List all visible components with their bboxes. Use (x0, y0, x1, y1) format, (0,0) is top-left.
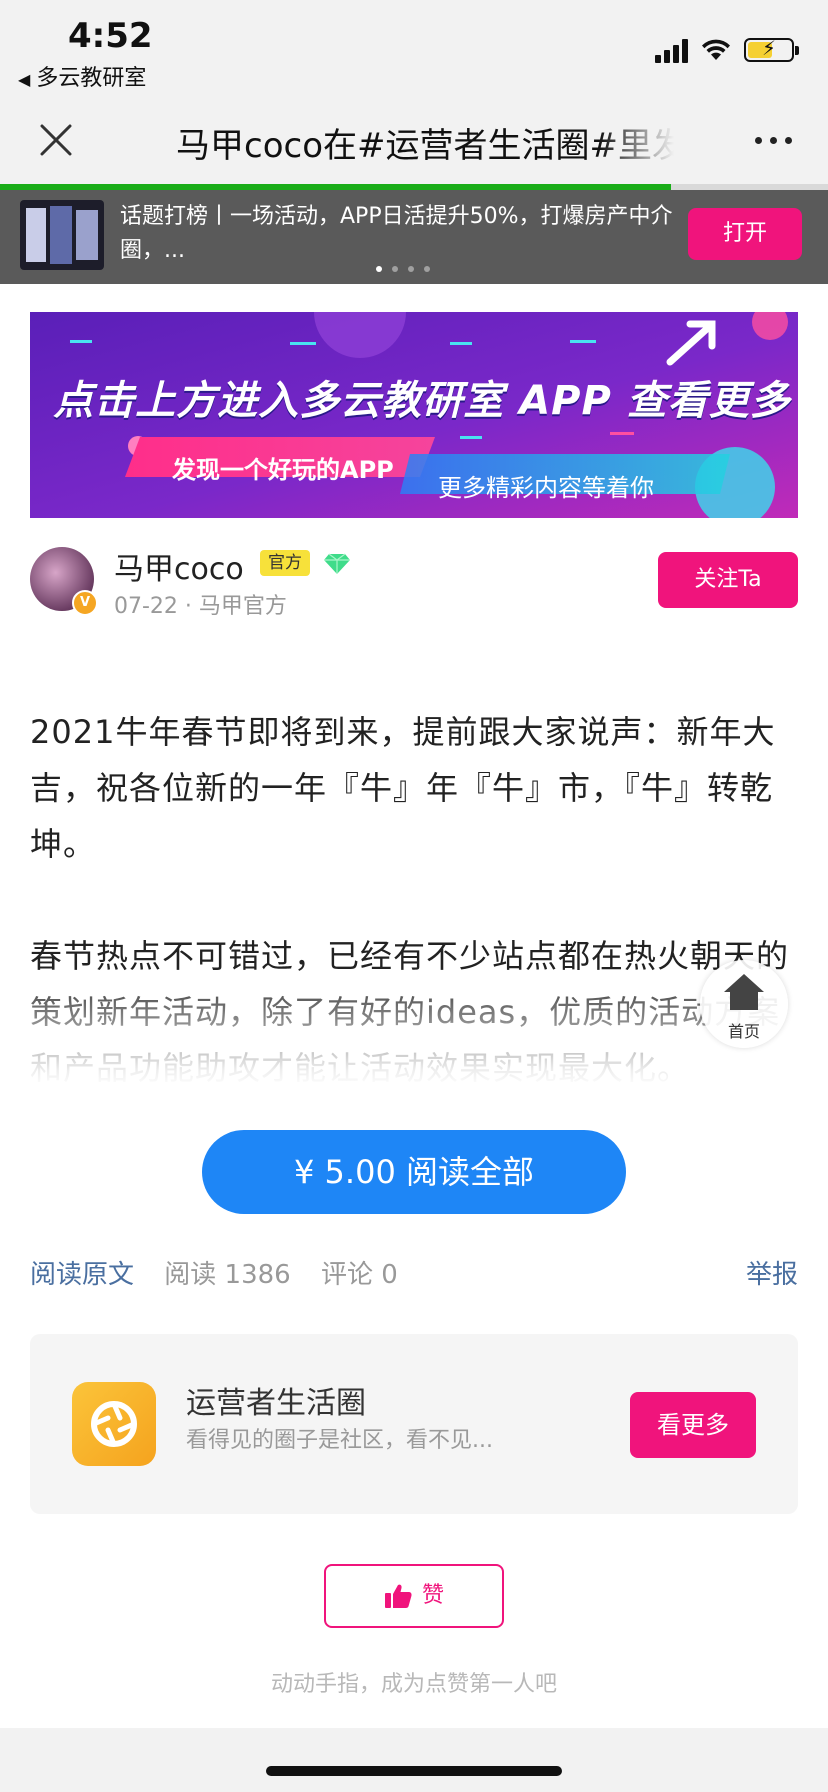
open-app-button[interactable]: 打开 (688, 208, 802, 260)
bottom-safe-area (0, 1728, 828, 1792)
read-count: 阅读 1386 (164, 1260, 291, 1290)
back-to-app-link[interactable]: ◀ 多云教研室 (18, 60, 146, 92)
close-icon[interactable] (36, 120, 76, 160)
read-original-link[interactable]: 阅读原文 (30, 1260, 134, 1290)
circle-logo-icon (72, 1382, 156, 1466)
battery-icon: ⚡ (744, 36, 799, 62)
circle-name: 运营者生活圈 (186, 1386, 366, 1421)
pagination-dot[interactable] (376, 266, 382, 272)
banner-pill-right: 更多精彩内容等着你 (438, 474, 654, 502)
author-name[interactable]: 马甲coco (114, 544, 244, 588)
status-time: 4:52 (68, 16, 153, 56)
comment-count: 评论 0 (320, 1260, 398, 1290)
like-button[interactable]: 赞 (324, 1564, 504, 1628)
article-paragraph: 2021牛年春节即将到来，提前跟大家说声：新年大吉，祝各位新的一年『牛』年『牛』… (30, 713, 776, 863)
diamond-icon (324, 553, 350, 574)
wifi-icon (702, 39, 730, 60)
pagination-dot[interactable] (408, 266, 414, 272)
thumbs-up-icon (384, 1584, 412, 1608)
more-options-icon[interactable] (755, 122, 792, 158)
home-label: 首页 (727, 1022, 760, 1041)
promo-banner[interactable]: 点击上方进入多云教研室 APP 查看更多 发现一个好玩的APP 更多精彩内容等着… (30, 312, 798, 518)
pagination-dot[interactable] (392, 266, 398, 272)
pagination-dot[interactable] (424, 266, 430, 272)
cellular-signal-icon (655, 37, 688, 63)
like-label: 赞 (421, 1583, 444, 1608)
page-title: 马甲coco在#运营者生活圈#里发 (176, 126, 674, 166)
report-link[interactable]: 举报 (746, 1254, 798, 1291)
back-app-name: 多云教研室 (36, 66, 147, 91)
circle-card[interactable]: 运营者生活圈 看得见的圈子是社区，看不见... 看更多 (30, 1334, 798, 1514)
status-bar: 4:52 ◀ 多云教研室 ⚡ (0, 0, 828, 104)
nav-bar: 马甲coco在#运营者生活圈#里发 (0, 104, 828, 184)
post-meta: 07-22 · 马甲官方 (114, 594, 287, 619)
home-indicator[interactable] (266, 1766, 562, 1776)
promo-thumbnail (20, 200, 104, 270)
see-more-button[interactable]: 看更多 (630, 1392, 756, 1458)
official-tag: 官方 (260, 550, 310, 576)
app-promo-strip[interactable]: 话题打榜丨一场活动，APP日活提升50%，打爆房产中介圈，... 打开 (0, 190, 828, 284)
home-icon (724, 974, 764, 1010)
promo-pagination (376, 266, 430, 272)
verified-badge-icon: V (72, 590, 98, 616)
follow-button[interactable]: 关注Ta (658, 552, 798, 608)
status-icons: ⚡ (655, 30, 799, 70)
promo-text: 话题打榜丨一场活动，APP日活提升50%，打爆房产中介圈，... (120, 204, 673, 263)
home-float-button[interactable]: 首页 (700, 960, 788, 1048)
like-hint: 动动手指，成为点赞第一人吧 (270, 1672, 557, 1697)
pay-read-all-button[interactable]: ¥ 5.00 阅读全部 (202, 1130, 626, 1214)
banner-pill-left: 发现一个好玩的APP (172, 456, 394, 484)
back-triangle-icon: ◀ (18, 70, 31, 89)
article-meta-row: 阅读原文 阅读 1386 评论 0 举报 (30, 1254, 798, 1294)
circle-description: 看得见的圈子是社区，看不见... (186, 1428, 493, 1453)
banner-title: 点击上方进入多云教研室 APP 查看更多 (53, 378, 791, 424)
